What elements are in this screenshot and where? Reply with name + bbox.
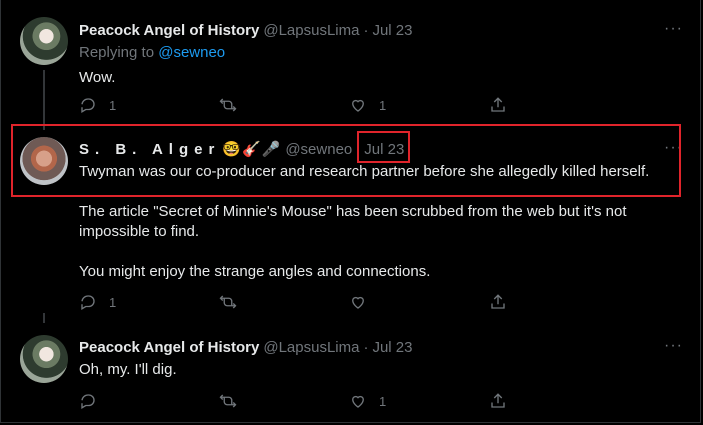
thread-line xyxy=(43,313,45,323)
tweet-text: Oh, my. I'll dig. xyxy=(79,361,177,378)
tweet-date[interactable]: Jul 23 xyxy=(372,339,412,356)
like-count: 1 xyxy=(379,97,387,113)
tweet-actions: 1 xyxy=(79,292,519,312)
user-handle[interactable]: @LapsusLima xyxy=(263,22,359,39)
avatar[interactable] xyxy=(20,335,68,383)
more-options-icon[interactable]: ··· xyxy=(664,337,683,355)
reply-button[interactable]: 1 xyxy=(79,96,219,114)
retweet-icon xyxy=(219,98,237,112)
replying-to: Replying to @sewneo xyxy=(79,44,663,64)
retweet-icon xyxy=(219,394,237,408)
like-button[interactable]: 1 xyxy=(349,392,489,410)
like-button[interactable]: 1 xyxy=(349,96,489,114)
tweet-text-paragraph-3: You might enjoy the strange angles and c… xyxy=(79,263,431,280)
like-count: 1 xyxy=(379,393,387,409)
reply-count: 1 xyxy=(109,97,117,113)
reply-button[interactable] xyxy=(79,392,219,410)
share-button[interactable] xyxy=(489,392,507,410)
reply-icon xyxy=(81,295,95,310)
tweet-date[interactable]: Jul 23 xyxy=(372,22,412,39)
heart-icon xyxy=(352,99,364,112)
share-icon xyxy=(491,393,505,408)
tweet-header: Peacock Angel of History @LapsusLima · J… xyxy=(79,20,663,40)
retweet-button[interactable] xyxy=(219,96,349,114)
separator-dot: · xyxy=(363,21,369,39)
tweet-header: Peacock Angel of History @LapsusLima · J… xyxy=(79,337,663,357)
reply-count: 1 xyxy=(109,294,117,310)
replying-to-label: Replying to xyxy=(79,44,155,61)
reply-button[interactable]: 1 xyxy=(79,293,219,311)
tweet-actions: 1 xyxy=(79,391,519,411)
avatar[interactable] xyxy=(20,17,68,65)
retweet-button[interactable] xyxy=(219,392,349,410)
tweet-text-paragraph-2: The article "Secret of Minnie's Mouse" h… xyxy=(79,203,627,240)
highlight-annotation xyxy=(11,124,681,197)
share-button[interactable] xyxy=(489,96,507,114)
reply-icon xyxy=(81,98,95,113)
display-name[interactable]: Peacock Angel of History xyxy=(79,22,259,39)
tweet-text: Wow. xyxy=(79,69,116,86)
replying-to-handle[interactable]: @sewneo xyxy=(158,44,225,61)
tweet-1[interactable]: Peacock Angel of History @LapsusLima · J… xyxy=(0,0,703,130)
tweet-3[interactable]: Peacock Angel of History @LapsusLima · J… xyxy=(0,313,703,425)
share-icon xyxy=(491,97,505,112)
reply-icon xyxy=(81,394,95,409)
share-button[interactable] xyxy=(489,293,507,311)
thread-line xyxy=(43,70,45,130)
display-name[interactable]: Peacock Angel of History xyxy=(79,339,259,356)
tweet-actions: 1 1 xyxy=(79,95,519,115)
share-icon xyxy=(491,294,505,309)
retweet-icon xyxy=(219,295,237,309)
user-handle[interactable]: @LapsusLima xyxy=(263,339,359,356)
like-button[interactable] xyxy=(349,293,489,311)
more-options-icon[interactable]: ··· xyxy=(664,20,683,38)
separator-dot: · xyxy=(363,338,369,356)
heart-icon xyxy=(352,296,364,309)
date-annotation xyxy=(357,131,410,163)
heart-icon xyxy=(352,395,364,408)
retweet-button[interactable] xyxy=(219,293,349,311)
